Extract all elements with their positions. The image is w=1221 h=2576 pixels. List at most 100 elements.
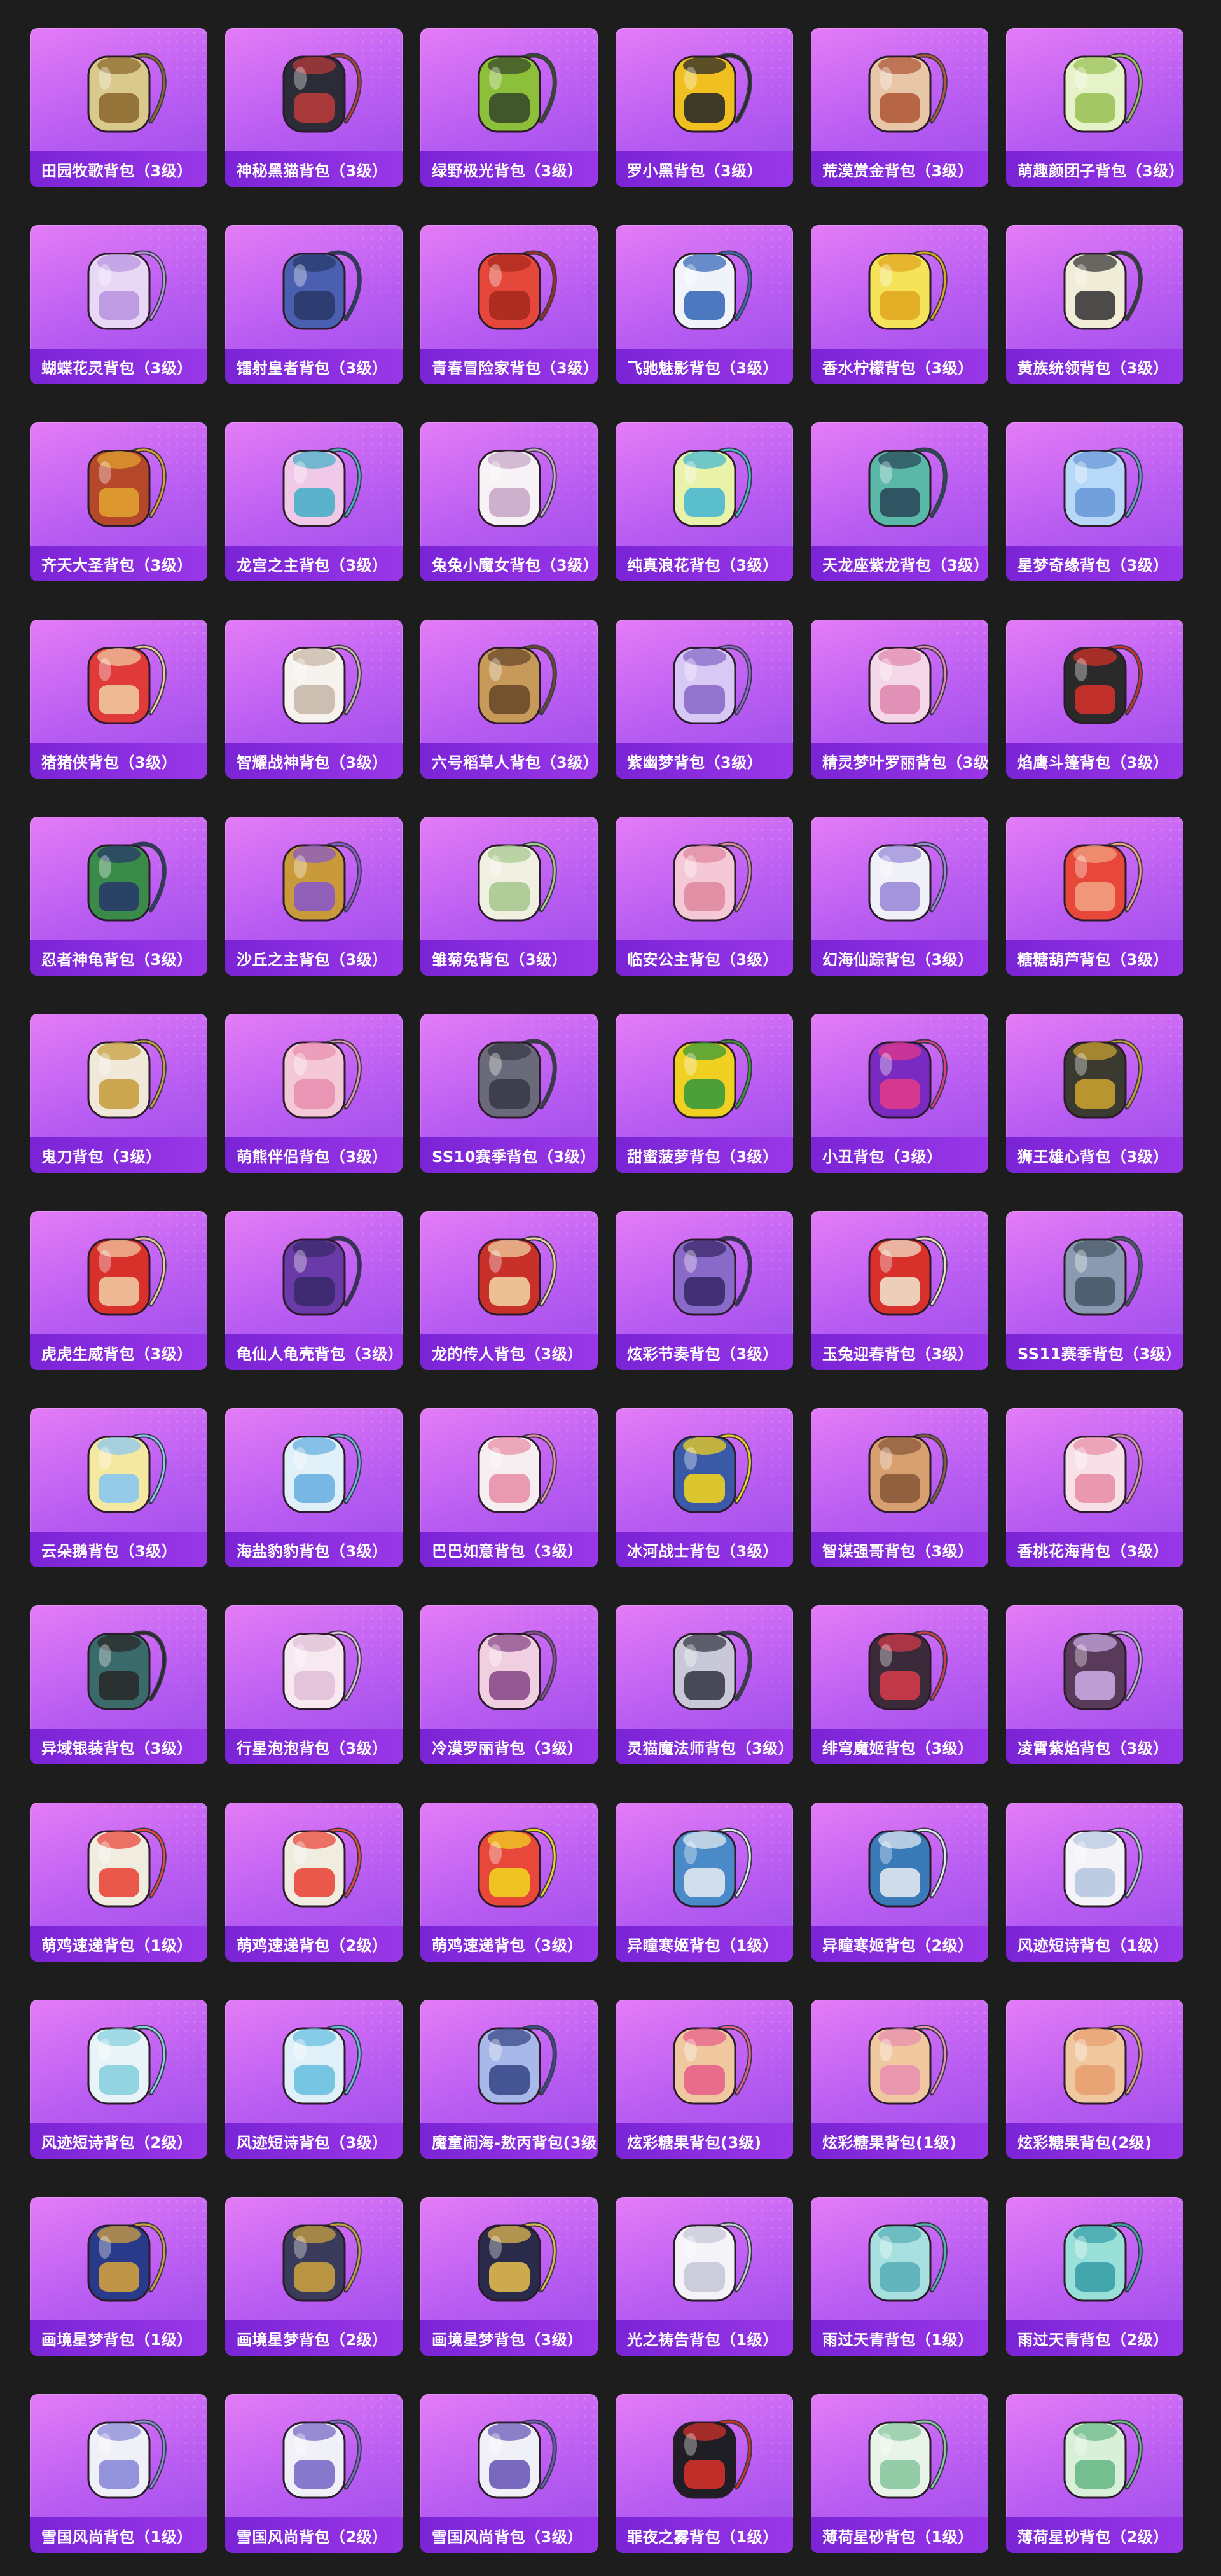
backpack-name: 行星泡泡背包（3级） xyxy=(237,1739,388,1757)
backpack-card[interactable]: 异瞳寒姬背包（1级） xyxy=(616,1803,793,1962)
backpack-card[interactable]: 画境星梦背包（2级） xyxy=(225,2197,403,2356)
backpack-card[interactable]: 虎虎生威背包（3级） xyxy=(30,1211,207,1370)
backpack-card[interactable]: 天龙座紫龙背包（3级） xyxy=(811,422,988,581)
backpack-card[interactable]: 龟仙人龟壳背包（3级） xyxy=(225,1211,403,1370)
backpack-card[interactable]: 风迹短诗背包（2级） xyxy=(30,2000,207,2159)
backpack-card[interactable]: SS10赛季背包（3级） xyxy=(420,1014,598,1173)
backpack-card[interactable]: 炫彩糖果背包(3级) xyxy=(616,2000,793,2159)
backpack-card[interactable]: 齐天大圣背包（3级） xyxy=(30,422,207,581)
backpack-card[interactable]: 炫彩糖果背包(1级) xyxy=(811,2000,988,2159)
backpack-image xyxy=(420,1211,598,1334)
scroll-backpack-icon xyxy=(282,841,362,922)
backpack-card[interactable]: 小丑背包（3级） xyxy=(811,1014,988,1173)
backpack-card[interactable]: 画境星梦背包（3级） xyxy=(420,2197,598,2356)
backpack-card[interactable]: 绯穹魔姬背包（3级） xyxy=(811,1605,988,1764)
backpack-card[interactable]: 蝴蝶花灵背包（3级） xyxy=(30,225,207,384)
backpack-label-bar: 画境星梦背包（2级） xyxy=(225,2320,403,2356)
backpack-card[interactable]: 沙丘之主背包（3级） xyxy=(225,817,403,976)
backpack-card[interactable]: 灵猫魔法师背包（3级） xyxy=(616,1605,793,1764)
backpack-card[interactable]: 绿野极光背包（3级） xyxy=(420,28,598,187)
backpack-image xyxy=(225,2000,403,2123)
backpack-card[interactable]: 智谋强哥背包（3级） xyxy=(811,1408,988,1567)
backpack-card[interactable]: 风迹短诗背包（3级） xyxy=(225,2000,403,2159)
backpack-card[interactable]: 猪猪侠背包（3级） xyxy=(30,620,207,779)
backpack-card[interactable]: 焰鹰斗篷背包（3级） xyxy=(1006,620,1183,779)
backpack-card[interactable]: 玉兔迎春背包（3级） xyxy=(811,1211,988,1370)
backpack-label-bar: 冷漠罗丽背包（3级） xyxy=(420,1729,598,1764)
backpack-card[interactable]: 雪国风尚背包（1级） xyxy=(30,2394,207,2553)
backpack-card[interactable]: 薄荷星砂背包（2级） xyxy=(1006,2394,1183,2553)
backpack-card[interactable]: 冷漠罗丽背包（3级） xyxy=(420,1605,598,1764)
backpack-card[interactable]: 魔童闹海-敖丙背包(3级) xyxy=(420,2000,598,2159)
backpack-card[interactable]: 兔兔小魔女背包（3级） xyxy=(420,422,598,581)
chick-backpack-icon xyxy=(87,1827,167,1908)
backpack-name: 玉兔迎春背包（3级） xyxy=(822,1345,974,1363)
backpack-name: 虎虎生威背包（3级） xyxy=(41,1345,193,1363)
backpack-image xyxy=(1006,1014,1183,1137)
backpack-card[interactable]: 异瞳寒姬背包（2级） xyxy=(811,1803,988,1962)
backpack-card[interactable]: 巴巴如意背包（3级） xyxy=(420,1408,598,1567)
backpack-name: 萌熊伴侣背包（3级） xyxy=(237,1147,388,1166)
mushroom-backpack-icon xyxy=(868,1433,948,1513)
backpack-card[interactable]: 萌熊伴侣背包（3级） xyxy=(225,1014,403,1173)
backpack-card[interactable]: 异域银装背包（3级） xyxy=(30,1605,207,1764)
backpack-card[interactable]: 雨过天青背包（2级） xyxy=(1006,2197,1183,2356)
backpack-card[interactable]: 萌趣颜团子背包（3级） xyxy=(1006,28,1183,187)
backpack-card[interactable]: 雏菊兔背包（3级） xyxy=(420,817,598,976)
backpack-card[interactable]: 行星泡泡背包（3级） xyxy=(225,1605,403,1764)
backpack-label-bar: 鬼刀背包（3级） xyxy=(30,1137,207,1173)
backpack-card[interactable]: 纯真浪花背包（3级） xyxy=(616,422,793,581)
backpack-card[interactable]: 海盐豹豹背包（3级） xyxy=(225,1408,403,1567)
backpack-card[interactable]: 狮王雄心背包（3级） xyxy=(1006,1014,1183,1173)
backpack-card[interactable]: 临安公主背包（3级） xyxy=(616,817,793,976)
backpack-card[interactable]: 光之祷告背包（1级） xyxy=(616,2197,793,2356)
backpack-card[interactable]: 星梦奇缘背包（3级） xyxy=(1006,422,1183,581)
backpack-card[interactable]: 镭射皇者背包（3级） xyxy=(225,225,403,384)
backpack-card[interactable]: 智耀战神背包（3级） xyxy=(225,620,403,779)
backpack-card[interactable]: 香桃花海背包（3级） xyxy=(1006,1408,1183,1567)
backpack-card[interactable]: 罪夜之雾背包（1级） xyxy=(616,2394,793,2553)
backpack-card[interactable]: 甜蜜菠萝背包（3级） xyxy=(616,1014,793,1173)
backpack-card[interactable]: 雪国风尚背包（3级） xyxy=(420,2394,598,2553)
backpack-card[interactable]: 薄荷星砂背包（1级） xyxy=(811,2394,988,2553)
backpack-card[interactable]: 萌鸡速递背包（1级） xyxy=(30,1803,207,1962)
backpack-card[interactable]: 炫彩糖果背包(2级) xyxy=(1006,2000,1183,2159)
backpack-image xyxy=(225,28,403,151)
backpack-card[interactable]: 萌鸡速递背包（2级） xyxy=(225,1803,403,1962)
windpoem-backpack-icon xyxy=(1063,1827,1143,1908)
backpack-card[interactable]: 青春冒险家背包（3级） xyxy=(420,225,598,384)
backpack-card[interactable]: 冰河战士背包（3级） xyxy=(616,1408,793,1567)
backpack-card[interactable]: 云朵鹅背包（3级） xyxy=(30,1408,207,1567)
backpack-card[interactable]: 飞驰魅影背包（3级） xyxy=(616,225,793,384)
backpack-image xyxy=(225,817,403,940)
backpack-card[interactable]: 忍者神龟背包（3级） xyxy=(30,817,207,976)
backpack-card[interactable]: 紫幽梦背包（3级） xyxy=(616,620,793,779)
backpack-name: 糖糖葫芦背包（3级） xyxy=(1018,950,1169,969)
backpack-card[interactable]: 田园牧歌背包（3级） xyxy=(30,28,207,187)
backpack-card[interactable]: 鬼刀背包（3级） xyxy=(30,1014,207,1173)
backpack-image xyxy=(616,1408,793,1532)
backpack-card[interactable]: 风迹短诗背包（1级） xyxy=(1006,1803,1183,1962)
backpack-label-bar: 兔兔小魔女背包（3级） xyxy=(420,546,598,581)
backpack-card[interactable]: 凌霄紫焰背包（3级） xyxy=(1006,1605,1183,1764)
backpack-card[interactable]: 六号稻草人背包（3级） xyxy=(420,620,598,779)
backpack-card[interactable]: SS11赛季背包（3级） xyxy=(1006,1211,1183,1370)
backpack-card[interactable]: 雪国风尚背包（2级） xyxy=(225,2394,403,2553)
backpack-card[interactable]: 幻海仙踪背包（3级） xyxy=(811,817,988,976)
backpack-card[interactable]: 精灵梦叶罗丽背包（3级） xyxy=(811,620,988,779)
backpack-name: 炫彩糖果背包(3级) xyxy=(627,2133,762,2152)
backpack-name: 狮王雄心背包（3级） xyxy=(1018,1147,1169,1166)
backpack-card[interactable]: 炫彩节奏背包（3级） xyxy=(616,1211,793,1370)
backpack-card[interactable]: 画境星梦背包（1级） xyxy=(30,2197,207,2356)
backpack-card[interactable]: 荒漠赏金背包（3级） xyxy=(811,28,988,187)
backpack-card[interactable]: 黄族统领背包（3级） xyxy=(1006,225,1183,384)
backpack-card[interactable]: 神秘黑猫背包（3级） xyxy=(225,28,403,187)
backpack-card[interactable]: 雨过天青背包（1级） xyxy=(811,2197,988,2356)
backpack-card[interactable]: 糖糖葫芦背包（3级） xyxy=(1006,817,1183,976)
gold-armor-backpack-icon xyxy=(1063,250,1143,330)
backpack-card[interactable]: 龙宫之主背包（3级） xyxy=(225,422,403,581)
backpack-card[interactable]: 香水柠檬背包（3级） xyxy=(811,225,988,384)
backpack-card[interactable]: 罗小黑背包（3级） xyxy=(616,28,793,187)
backpack-card[interactable]: 龙的传人背包（3级） xyxy=(420,1211,598,1370)
backpack-card[interactable]: 萌鸡速递背包（3级） xyxy=(420,1803,598,1962)
